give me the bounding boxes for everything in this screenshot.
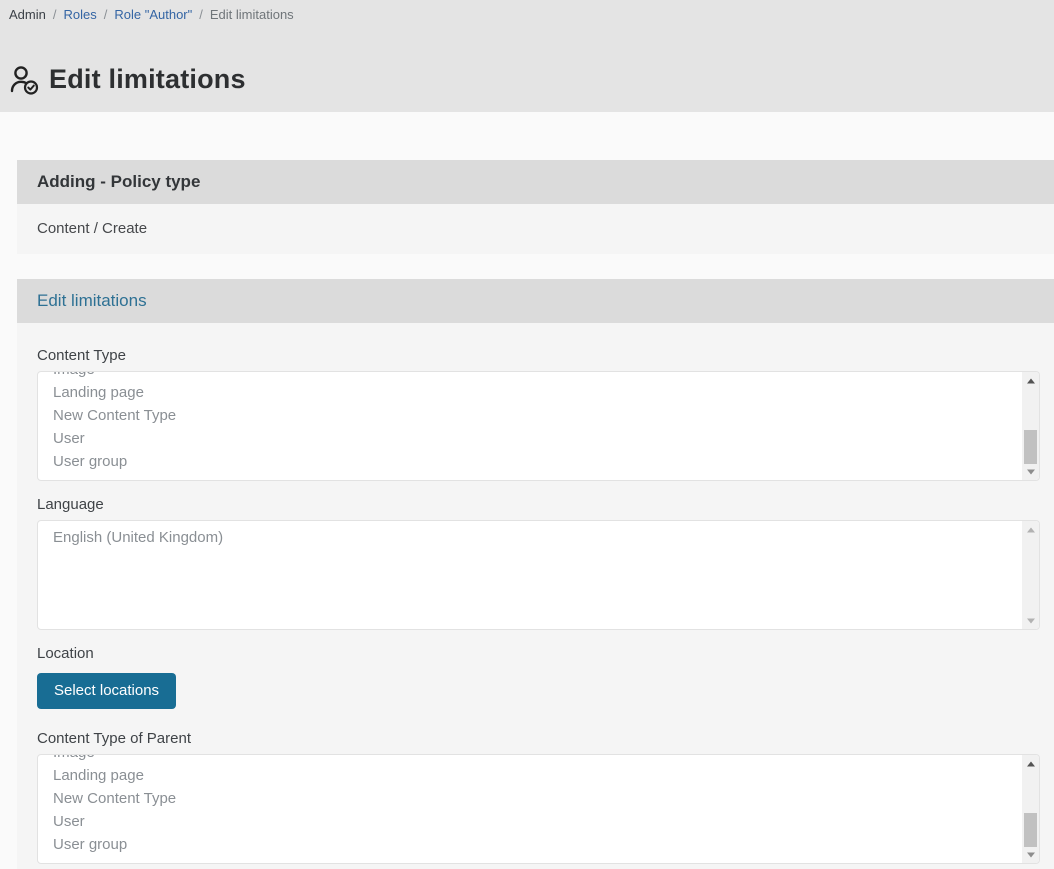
policy-type-value: Content / Create — [17, 204, 1054, 254]
breadcrumb-separator: / — [104, 7, 108, 22]
option[interactable]: User group — [53, 450, 1009, 473]
field-location: Location Select locations — [37, 645, 1040, 709]
scroll-thumb[interactable] — [1024, 813, 1037, 847]
option[interactable]: English (United Kingdom) — [53, 526, 1009, 549]
breadcrumb-separator: / — [199, 7, 203, 22]
content-type-of-parent-options: Image Landing page New Content Type User… — [38, 754, 1039, 856]
content-type-label: Content Type — [37, 347, 1040, 364]
content-type-options: Image Landing page New Content Type User… — [38, 371, 1039, 473]
option[interactable]: New Content Type — [53, 404, 1009, 427]
breadcrumb-link-roles[interactable]: Roles — [63, 7, 96, 22]
scroll-down-button — [1022, 612, 1039, 629]
content-type-of-parent-scrollbar[interactable] — [1022, 755, 1039, 863]
scroll-down-button[interactable] — [1022, 846, 1039, 863]
scroll-thumb[interactable] — [1024, 430, 1037, 464]
user-check-icon — [8, 64, 40, 96]
content-type-of-parent-label: Content Type of Parent — [37, 730, 1040, 747]
option-clipped[interactable]: Image — [53, 754, 1009, 764]
scroll-up-button — [1022, 521, 1039, 538]
location-label: Location — [37, 645, 1040, 662]
language-listbox[interactable]: English (United Kingdom) — [37, 520, 1040, 630]
option[interactable]: User group — [53, 833, 1009, 856]
edit-limitations-panel-header: Edit limitations — [17, 279, 1054, 323]
page-title: Edit limitations — [49, 64, 246, 95]
option[interactable]: Landing page — [53, 381, 1009, 404]
scroll-down-button[interactable] — [1022, 463, 1039, 480]
content-type-listbox[interactable]: Image Landing page New Content Type User… — [37, 371, 1040, 481]
content-type-of-parent-listbox[interactable]: Image Landing page New Content Type User… — [37, 754, 1040, 864]
option[interactable]: User — [53, 427, 1009, 450]
language-options: English (United Kingdom) — [38, 521, 1039, 549]
field-content-type: Content Type Image Landing page New Cont… — [37, 347, 1040, 481]
breadcrumb-admin: Admin — [9, 7, 46, 22]
policy-type-panel: Adding - Policy type Content / Create — [17, 160, 1054, 254]
edit-limitations-panel-body: Content Type Image Landing page New Cont… — [17, 323, 1054, 869]
option[interactable]: Landing page — [53, 764, 1009, 787]
scroll-up-button[interactable] — [1022, 372, 1039, 389]
policy-type-panel-header: Adding - Policy type — [17, 160, 1054, 204]
language-label: Language — [37, 496, 1040, 513]
option[interactable]: User — [53, 810, 1009, 833]
scroll-up-button[interactable] — [1022, 755, 1039, 772]
select-locations-button[interactable]: Select locations — [37, 673, 176, 709]
content-type-scrollbar[interactable] — [1022, 372, 1039, 480]
page-header: Admin / Roles / Role "Author" / Edit lim… — [0, 0, 1054, 112]
title-row: Edit limitations — [0, 22, 1054, 113]
field-language: Language English (United Kingdom) — [37, 496, 1040, 630]
language-scrollbar — [1022, 521, 1039, 629]
breadcrumb-current: Edit limitations — [210, 7, 294, 22]
breadcrumb-link-role-author[interactable]: Role "Author" — [114, 7, 192, 22]
breadcrumb: Admin / Roles / Role "Author" / Edit lim… — [0, 0, 1054, 22]
breadcrumb-separator: / — [53, 7, 57, 22]
field-content-type-of-parent: Content Type of Parent Image Landing pag… — [37, 730, 1040, 864]
option-clipped[interactable]: Image — [53, 371, 1009, 381]
edit-limitations-panel: Edit limitations Content Type Image Land… — [17, 279, 1054, 869]
option[interactable]: New Content Type — [53, 787, 1009, 810]
